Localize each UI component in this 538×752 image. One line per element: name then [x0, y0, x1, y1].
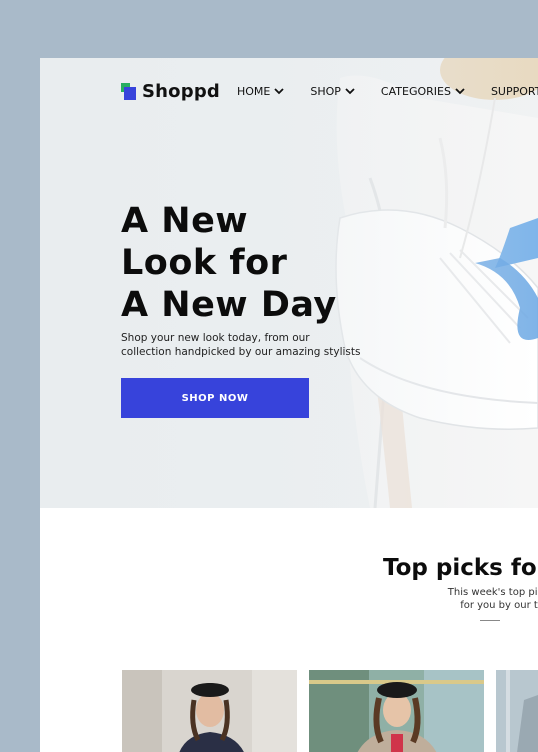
product-card[interactable]: [122, 670, 297, 752]
top-navigation: Shoppd HOME SHOP CATEGORIES SUPPORT: [121, 78, 538, 104]
page: Shoppd HOME SHOP CATEGORIES SUPPORT A Ne…: [40, 58, 538, 752]
chevron-down-icon: [345, 88, 355, 95]
hero-title: A New Look for A New Day: [121, 201, 337, 325]
product-image: [496, 670, 538, 752]
nav-item-categories[interactable]: CATEGORIES: [381, 85, 465, 98]
product-image: [122, 670, 297, 752]
nav-label: SUPPORT: [490, 84, 538, 98]
top-picks-subtitle: This week's top picks, cu for you by our…: [447, 587, 538, 611]
top-picks-title: Top picks for: [383, 555, 538, 581]
nav-label: SHOP: [310, 84, 341, 98]
nav-label: CATEGORIES: [380, 84, 451, 98]
chevron-down-icon: [274, 88, 285, 95]
section-divider: [480, 620, 500, 621]
hero-subtitle: Shop your new look today, from our colle…: [121, 332, 361, 358]
product-card[interactable]: [496, 670, 538, 752]
nav-label: HOME: [237, 84, 271, 98]
shop-now-button[interactable]: SHOP NOW: [121, 378, 309, 418]
brand-logo[interactable]: Shoppd: [121, 81, 220, 102]
brand-name: Shoppd: [142, 80, 220, 102]
logo-icon: [121, 82, 136, 100]
nav-item-support[interactable]: SUPPORT: [491, 85, 538, 98]
hero-section: Shoppd HOME SHOP CATEGORIES SUPPORT A Ne…: [40, 58, 538, 508]
product-image: [309, 670, 484, 752]
nav-item-home[interactable]: HOME: [237, 84, 285, 98]
chevron-down-icon: [455, 88, 465, 95]
nav-item-shop[interactable]: SHOP: [310, 85, 355, 98]
product-card[interactable]: [309, 670, 484, 752]
